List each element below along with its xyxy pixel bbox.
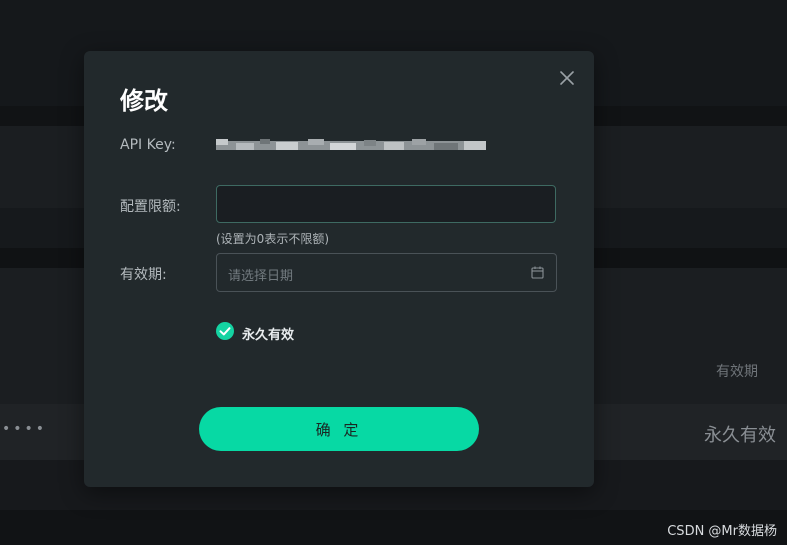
expiry-date-picker[interactable]: 请选择日期 — [216, 253, 557, 292]
permanent-checkbox[interactable] — [216, 322, 234, 340]
background-expiry-column-header: 有效期 — [716, 364, 758, 380]
quota-hint: (设置为0表示不限额) — [216, 232, 329, 246]
edit-dialog: 修改 API Key: 配置限额: (设置为0表示不限额) 有效期: 请选择日期… — [84, 51, 594, 487]
page: 有效期 永久有效 •••• 修改 API Key: 配置限额: (设置为0表示不… — [0, 0, 787, 545]
background-expiry-cell: 永久有效 — [704, 425, 776, 446]
close-icon — [560, 71, 574, 85]
background-masked-key: •••• — [2, 421, 48, 437]
quota-input[interactable] — [216, 185, 556, 223]
close-button[interactable] — [558, 69, 576, 87]
dialog-title: 修改 — [120, 87, 168, 115]
expiry-label: 有效期: — [120, 267, 167, 283]
api-key-label: API Key: — [120, 137, 176, 153]
calendar-icon — [531, 266, 544, 279]
quota-label: 配置限额: — [120, 199, 181, 215]
check-icon — [219, 327, 231, 336]
permanent-label[interactable]: 永久有效 — [242, 324, 294, 343]
watermark: CSDN @Mr数据杨 — [667, 524, 777, 539]
api-key-value-masked — [216, 139, 486, 150]
expiry-date-placeholder: 请选择日期 — [228, 269, 294, 284]
confirm-button[interactable]: 确 定 — [199, 407, 479, 451]
